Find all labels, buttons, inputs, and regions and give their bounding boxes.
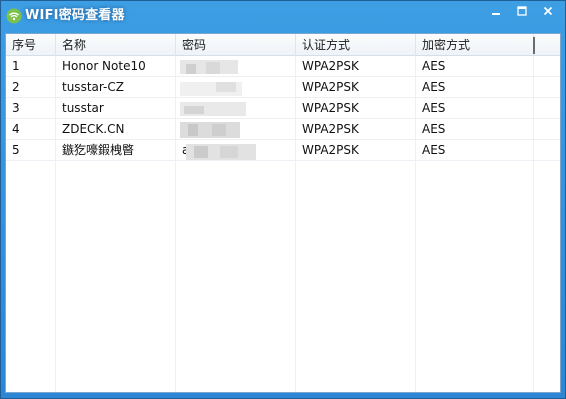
cell-name: 鏃犵嚎鍜栧暋 [62, 143, 135, 157]
column-header-cipher[interactable]: 加密方式 [416, 34, 534, 56]
column-header-password[interactable]: 密码 [176, 34, 296, 56]
wifi-icon [6, 8, 22, 24]
table-row[interactable]: 4 ZDECK.CN WPA2PSK AES [6, 119, 560, 140]
maximize-icon [517, 6, 527, 16]
cell-password: a [182, 143, 190, 157]
maximize-button[interactable] [509, 2, 535, 20]
cell-password [176, 56, 296, 76]
app-window: WIFI密码查看器 序号 名称 密码 认证方式 加密方式 1 Honor Not… [0, 0, 566, 399]
table-row[interactable]: 2 tusstar-CZ WPA2PSK AES [6, 77, 560, 98]
cell-auth: WPA2PSK [302, 101, 359, 115]
cell-cipher: AES [422, 143, 446, 157]
cell-password [176, 119, 296, 139]
cell-cipher: AES [422, 101, 446, 115]
cell-index: 2 [12, 80, 20, 94]
cell-name: tusstar [62, 101, 104, 115]
cell-auth: WPA2PSK [302, 59, 359, 73]
column-header-auth[interactable]: 认证方式 [296, 34, 416, 56]
cell-cipher: AES [422, 59, 446, 73]
cell-cipher: AES [422, 80, 446, 94]
list-header: 序号 名称 密码 认证方式 加密方式 [6, 34, 560, 56]
column-header-index[interactable]: 序号 [6, 34, 56, 56]
cell-auth: WPA2PSK [302, 143, 359, 157]
close-icon [543, 6, 553, 16]
minimize-icon [492, 13, 500, 15]
wifi-list-view[interactable]: 序号 名称 密码 认证方式 加密方式 1 Honor Note10 WPA2PS… [5, 33, 561, 393]
cell-auth: WPA2PSK [302, 122, 359, 136]
cell-index: 5 [12, 143, 20, 157]
cell-password [176, 98, 296, 118]
cell-index: 3 [12, 101, 20, 115]
close-button[interactable] [535, 2, 561, 20]
title-bar[interactable]: WIFI密码查看器 [1, 1, 565, 32]
cell-name: ZDECK.CN [62, 122, 125, 136]
table-row[interactable]: 5 鏃犵嚎鍜栧暋 a WPA2PSK AES [6, 140, 560, 161]
cell-cipher: AES [422, 122, 446, 136]
column-resize-handle[interactable] [533, 37, 535, 54]
cell-password [176, 77, 296, 97]
cell-auth: WPA2PSK [302, 80, 359, 94]
cell-index: 4 [12, 122, 20, 136]
minimize-button[interactable] [483, 2, 509, 20]
cell-index: 1 [12, 59, 20, 73]
table-row[interactable]: 3 tusstar WPA2PSK AES [6, 98, 560, 119]
column-header-name[interactable]: 名称 [56, 34, 176, 56]
cell-name: tusstar-CZ [62, 80, 124, 94]
cell-name: Honor Note10 [62, 59, 146, 73]
table-row[interactable]: 1 Honor Note10 WPA2PSK AES [6, 56, 560, 77]
caption-buttons [483, 2, 561, 22]
window-title: WIFI密码查看器 [25, 8, 125, 23]
